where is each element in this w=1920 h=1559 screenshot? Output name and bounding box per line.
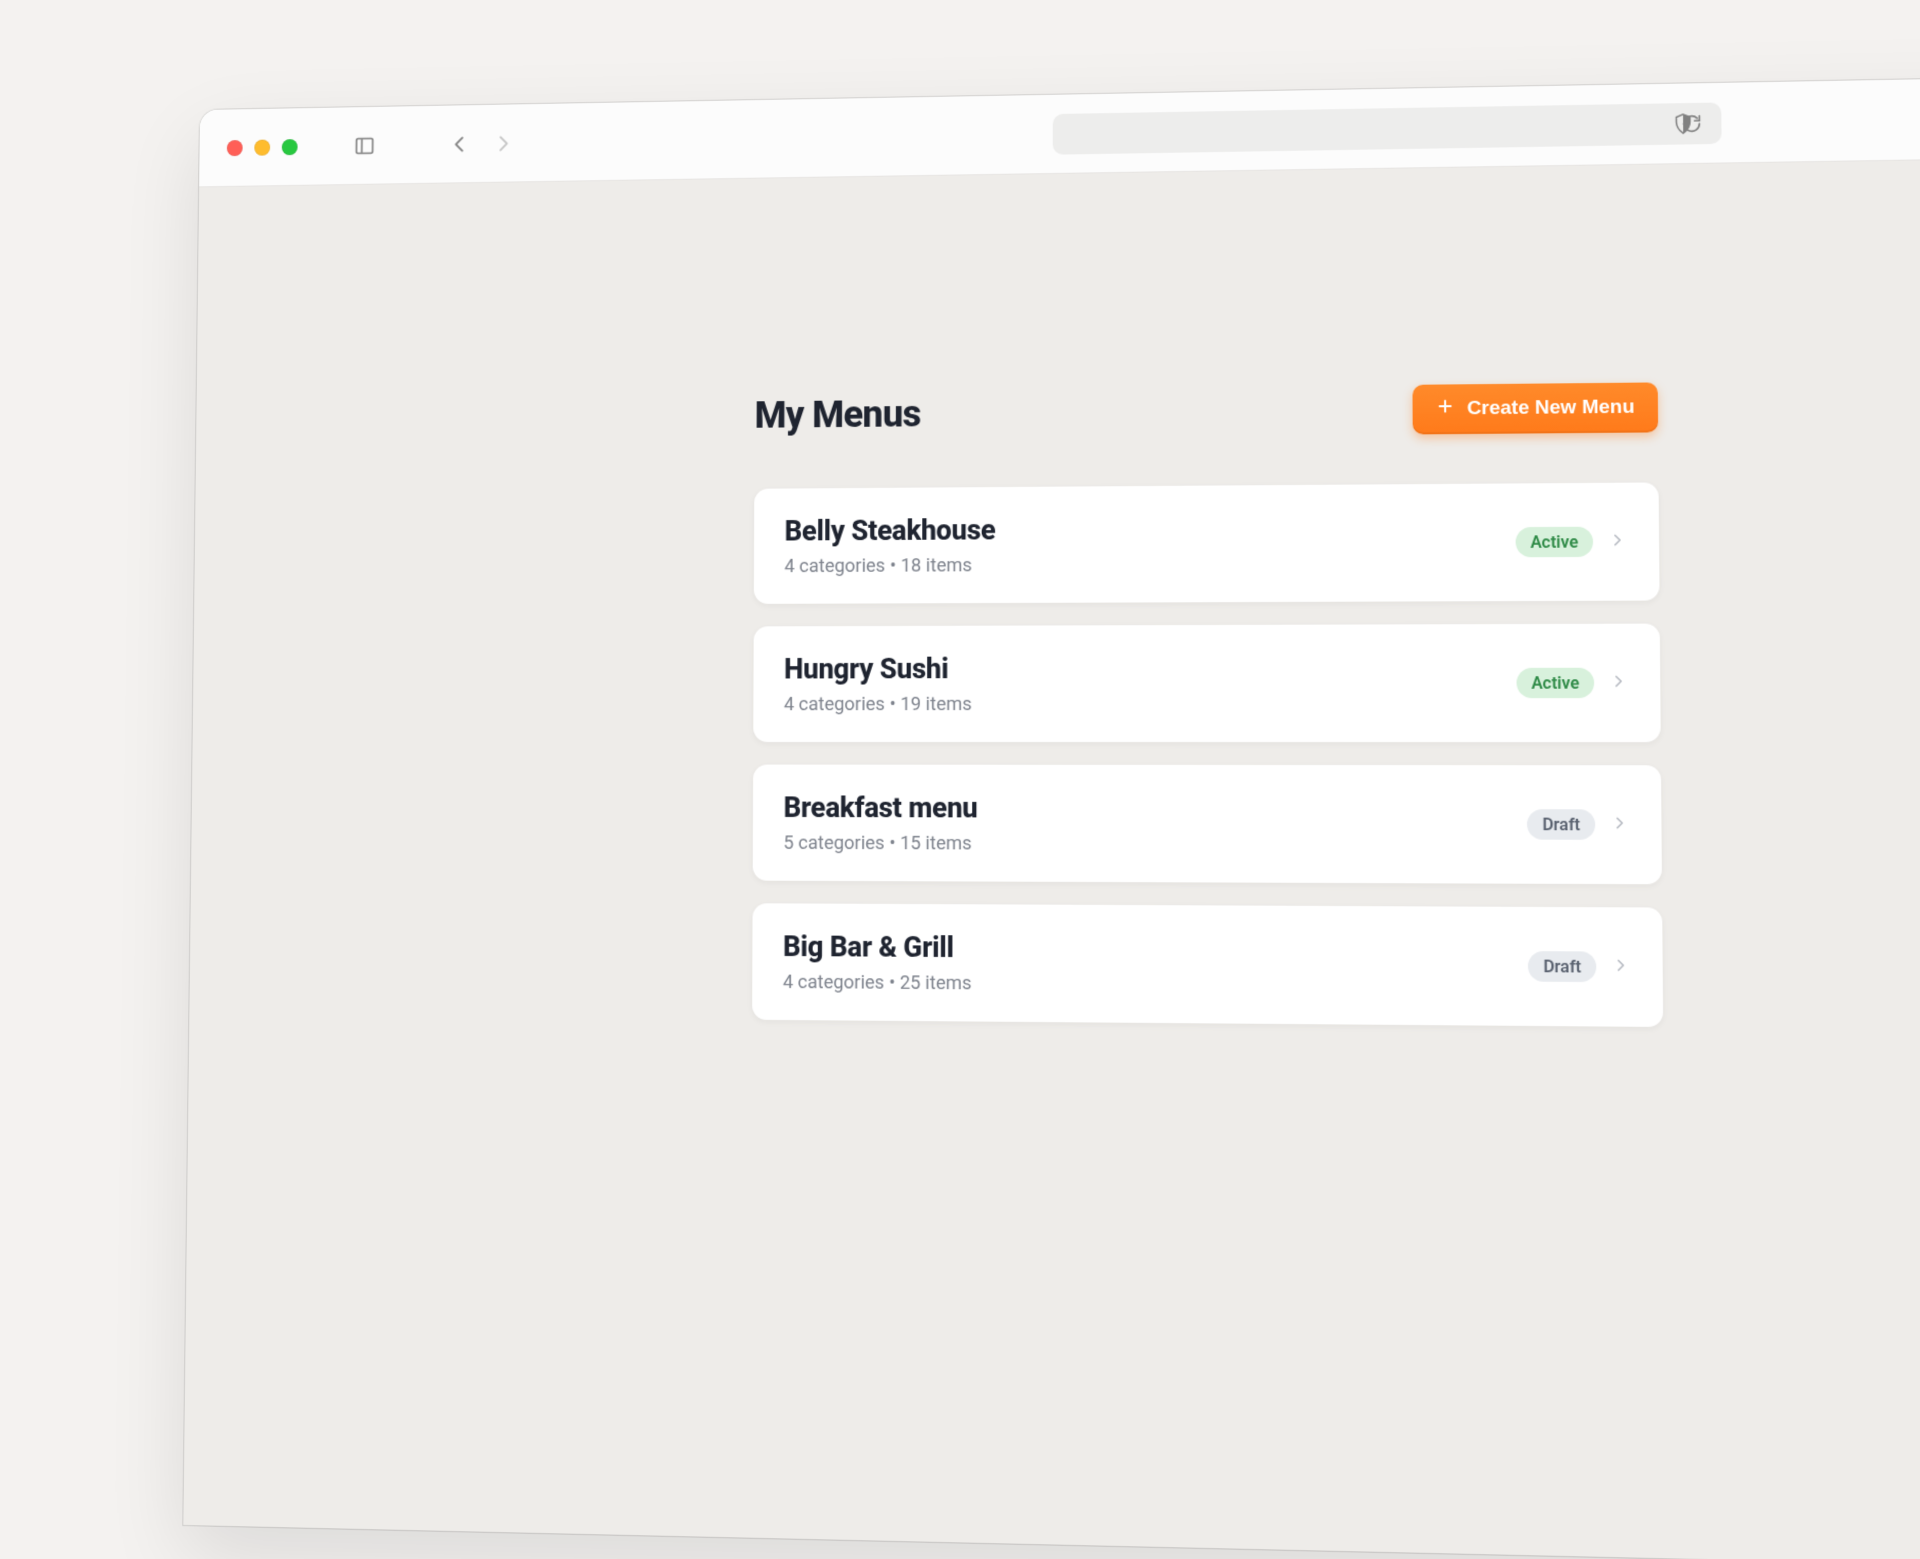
page-content: My Menus Create New Menu Belly Steakhous… [183,159,1920,1559]
window-controls [227,139,298,156]
create-button-label: Create New Menu [1467,396,1635,420]
menu-card-info: Big Bar & Grill 4 categories • 25 items [783,930,1529,998]
menu-card-right: Draft [1527,809,1629,840]
menu-card-title: Breakfast menu [783,791,1527,826]
menu-card-subtitle: 4 categories • 18 items [784,552,1515,577]
menu-card[interactable]: Big Bar & Grill 4 categories • 25 itemsDr… [752,903,1663,1027]
status-badge: Draft [1528,951,1596,982]
menu-card[interactable]: Breakfast menu 5 categories • 15 itemsDra… [753,765,1662,885]
menu-card-right: Active [1516,668,1628,699]
nav-forward-icon[interactable] [489,129,517,157]
menu-card[interactable]: Belly Steakhouse 4 categories • 18 itemsA… [754,482,1660,603]
status-badge: Active [1516,668,1594,698]
menu-card-title: Big Bar & Grill [783,930,1528,968]
create-new-menu-button[interactable]: Create New Menu [1412,382,1658,434]
address-bar[interactable] [1053,102,1722,154]
menu-card-title: Hungry Sushi [784,651,1516,685]
status-badge: Active [1515,527,1593,558]
minimize-window-button[interactable] [254,139,270,155]
chevron-right-icon [1610,813,1629,836]
menu-card-right: Active [1515,526,1627,557]
chevron-right-icon [1609,671,1628,694]
chevron-right-icon [1611,955,1630,978]
browser-window: My Menus Create New Menu Belly Steakhous… [183,77,1920,1559]
nav-back-icon[interactable] [446,130,474,158]
close-window-button[interactable] [227,140,243,156]
menu-list: Belly Steakhouse4 categories • 18 itemsA… [752,482,1663,1027]
menu-card-title: Belly Steakhouse [784,510,1515,547]
plus-icon [1435,397,1454,422]
status-badge: Draft [1527,809,1595,840]
menu-card-info: Belly Steakhouse 4 categories • 18 items [784,510,1515,577]
menu-card[interactable]: Hungry Sushi 4 categories • 19 itemsActiv… [753,624,1661,743]
sidebar-toggle-icon[interactable] [351,131,379,159]
menu-card-subtitle: 5 categories • 15 items [783,832,1527,856]
page-title: My Menus [754,393,920,437]
maximize-window-button[interactable] [282,139,298,155]
menu-card-info: Breakfast menu 5 categories • 15 items [783,791,1527,856]
menu-card-subtitle: 4 categories • 19 items [784,693,1517,715]
shield-icon [1668,109,1698,138]
menu-card-right: Draft [1528,951,1630,982]
menu-card-info: Hungry Sushi 4 categories • 19 items [784,651,1517,715]
menu-card-subtitle: 4 categories • 25 items [783,971,1529,998]
chevron-right-icon [1608,530,1627,553]
